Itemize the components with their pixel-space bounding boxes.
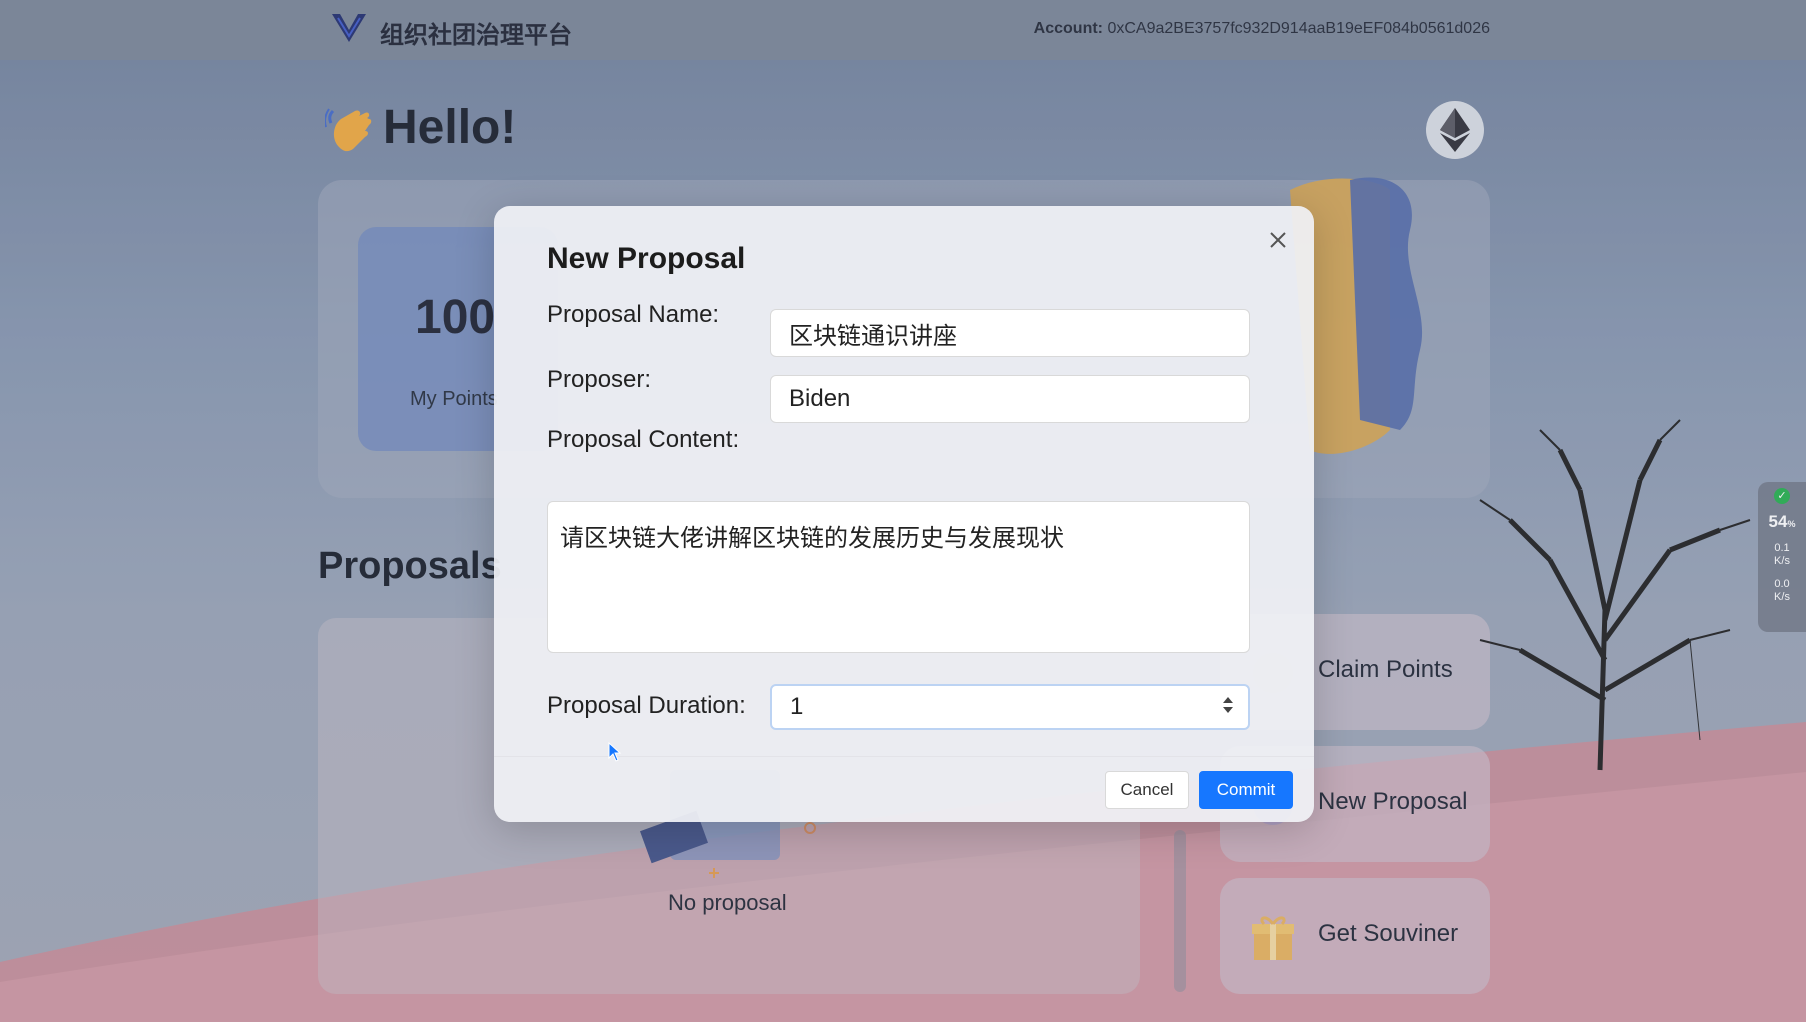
proposal-name-input[interactable]: 区块链通识讲座 — [770, 309, 1250, 357]
proposer-input[interactable]: Biden — [770, 375, 1250, 423]
commit-button[interactable]: Commit — [1199, 771, 1293, 809]
stepper-down-icon[interactable] — [1223, 707, 1233, 713]
proposal-duration-input[interactable]: 1 — [770, 684, 1250, 730]
duration-stepper[interactable] — [1220, 693, 1236, 721]
cancel-button[interactable]: Cancel — [1105, 771, 1189, 809]
proposal-name-label: Proposal Name: — [547, 301, 720, 328]
mouse-cursor-icon — [608, 742, 622, 762]
proposal-content-textarea[interactable]: 请区块链大佬讲解区块链的发展历史与发展现状 — [547, 501, 1250, 653]
stepper-up-icon[interactable] — [1223, 697, 1233, 703]
proposal-duration-label: Proposal Duration: — [547, 692, 746, 719]
modal-title: New Proposal — [547, 242, 746, 275]
proposal-content-label: Proposal Content: — [547, 426, 740, 453]
new-proposal-modal: New Proposal Proposal Name: 区块链通识讲座 Prop… — [494, 206, 1314, 822]
close-icon[interactable] — [1266, 228, 1290, 252]
proposer-label: Proposer: — [547, 366, 652, 393]
proposal-duration-value: 1 — [790, 693, 804, 720]
